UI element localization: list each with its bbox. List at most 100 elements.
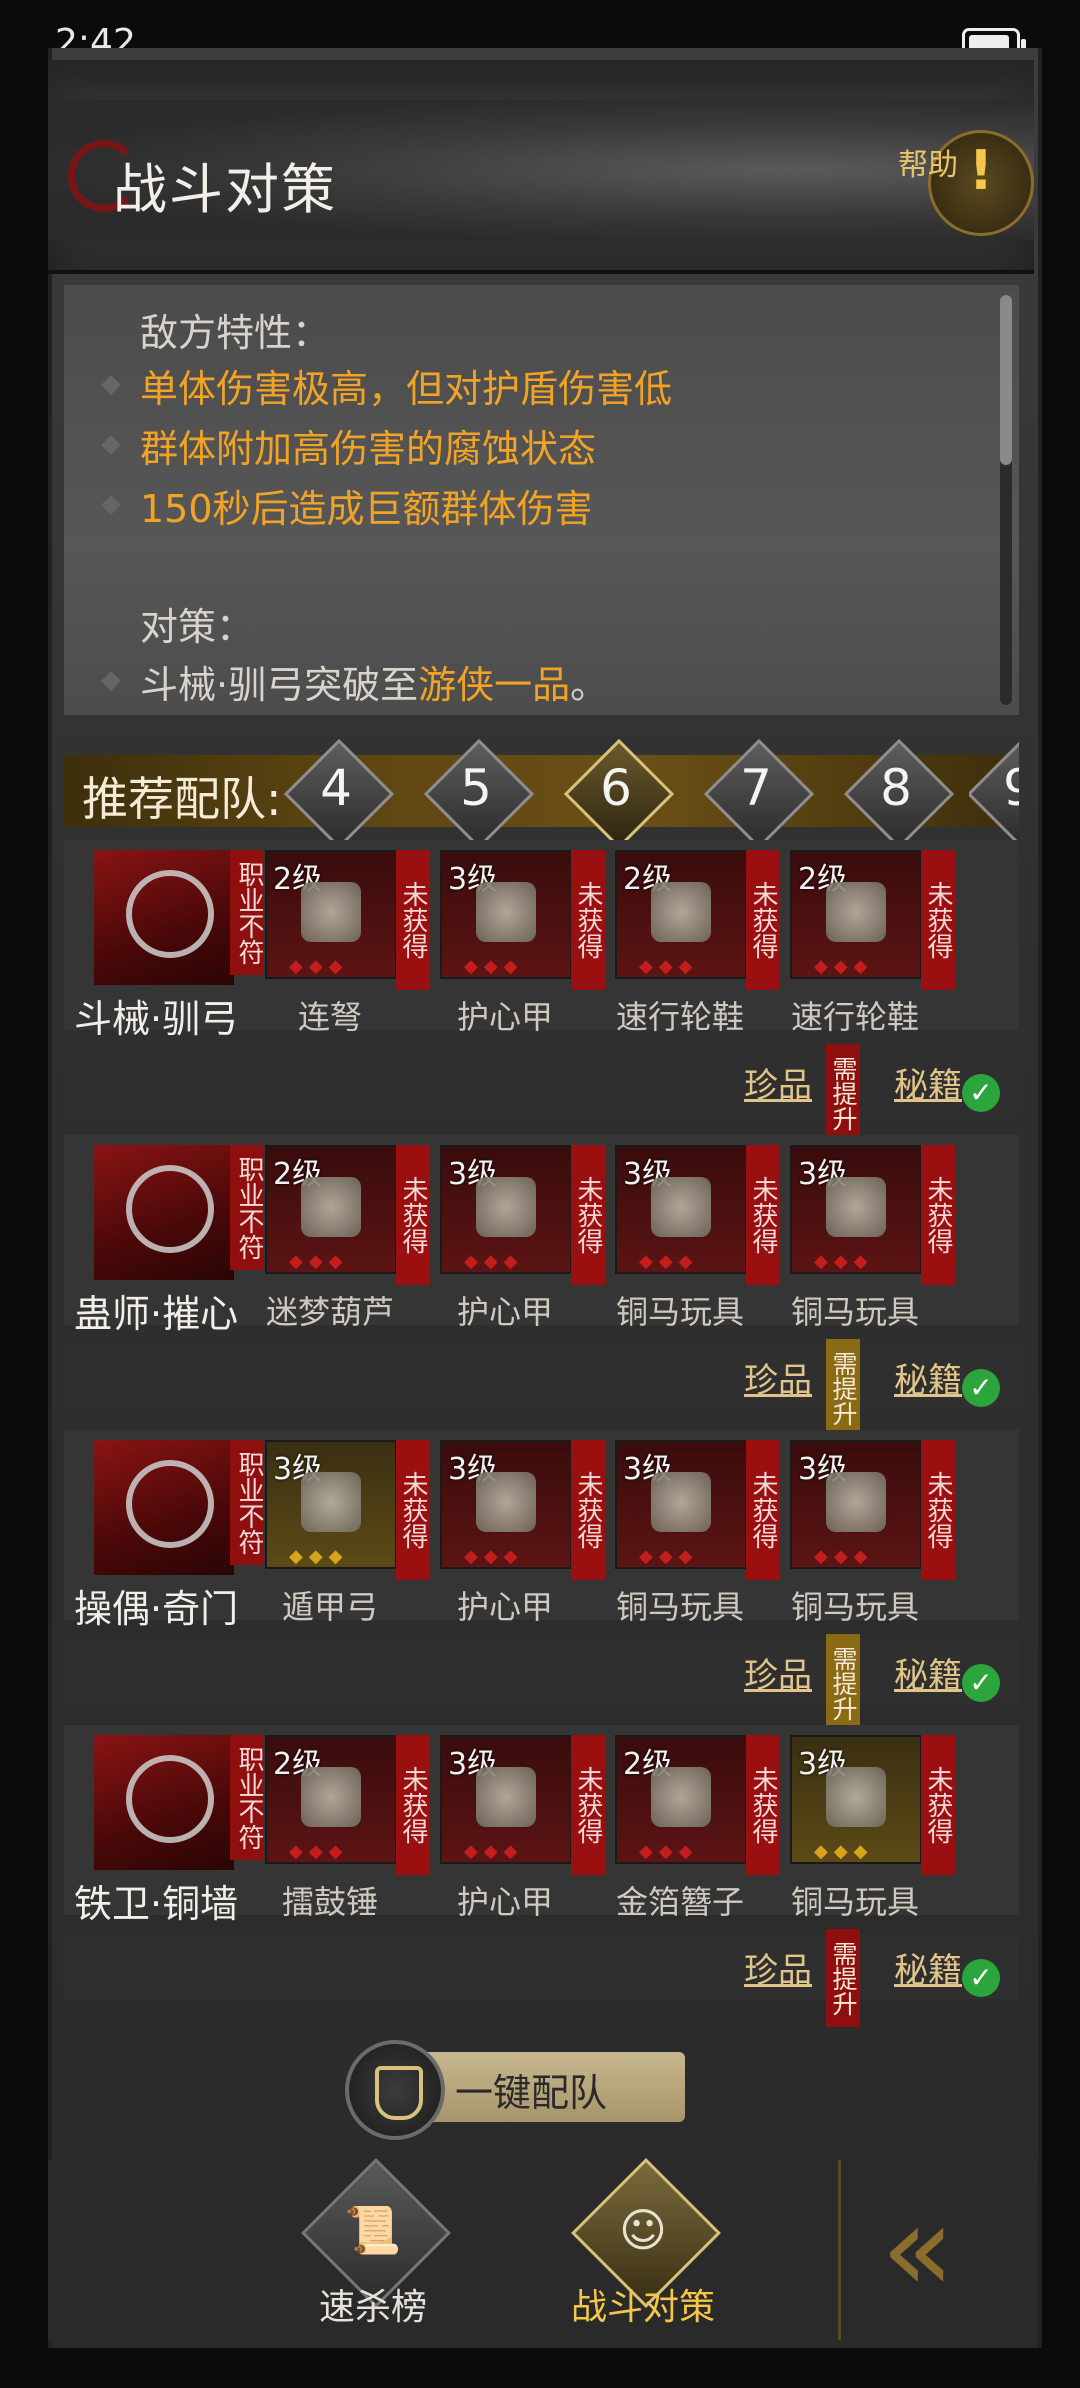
equipment-slot[interactable]: 3级 ◆◆◆ 未获得 铜马玩具 — [790, 1735, 955, 1921]
equipment-slot[interactable]: 3级 ◆◆◆ 未获得 护心甲 — [440, 1145, 605, 1331]
equipment-icon — [476, 882, 536, 942]
equipment-name: 铜马玩具 — [615, 1293, 744, 1331]
equipment-name: 铜马玩具 — [790, 1588, 919, 1626]
manual-link[interactable]: 秘籍 — [894, 1648, 962, 1697]
equipment-slot[interactable]: 3级 ◆◆◆ 未获得 护心甲 — [440, 850, 605, 1036]
help-label[interactable]: 帮助 — [898, 140, 958, 184]
equipment-icon — [476, 1767, 536, 1827]
bottom-nav: 📜 速杀榜 ☺ 战斗对策 « — [48, 2158, 1037, 2340]
equipment-icon — [301, 1767, 361, 1827]
trait-text: 单体伤害极高，但对护盾伤害低 — [140, 367, 673, 411]
job-name: 操偶·奇门 — [74, 1587, 239, 1631]
nav-battle-strategy[interactable]: ☺ 战斗对策 — [568, 2158, 721, 2340]
equipment-slot[interactable]: 3级 ◆◆◆ 未获得 护心甲 — [440, 1735, 605, 1921]
one-key-team-button[interactable]: 一键配队 — [345, 2040, 685, 2140]
job-mismatch-badge: 职业不符 — [230, 850, 264, 975]
not-obtained-badge: 未获得 — [921, 1440, 955, 1580]
equipment-name: 铜马玩具 — [615, 1588, 744, 1626]
equipment-slot[interactable]: 2级 ◆◆◆ 未获得 速行轮鞋 — [790, 850, 955, 1036]
equipment-icon — [301, 1472, 361, 1532]
not-obtained-badge: 未获得 — [921, 1735, 955, 1875]
team-member-row: 职业不符铁卫·铜墙 2级 ◆◆◆ 未获得 擂鼓锤 3级 ◆◆◆ 未获得 护心甲 2级 ◆◆◆ 未获得金… — [64, 1725, 1019, 1926]
scroll-thumb[interactable] — [1000, 295, 1012, 465]
team-tab-4[interactable]: 4 — [283, 738, 395, 850]
equipment-icon — [301, 882, 361, 942]
team-label: 推荐配队: — [82, 772, 282, 826]
row-sub-bar: 珍品 需提升 秘籍 ✓ — [64, 1634, 1019, 1732]
equipment-name: 连弩 — [297, 998, 362, 1036]
treasure-link[interactable]: 珍品 — [744, 1353, 812, 1402]
job-emblem-icon — [126, 870, 214, 958]
equipment-icon — [826, 1767, 886, 1827]
equipment-slot[interactable]: 3级 ◆◆◆ 未获得 遁甲弓 — [265, 1440, 430, 1626]
nav-label: 速杀榜 — [318, 2287, 427, 2328]
equipment-slot[interactable]: 3级 ◆◆◆ 未获得 铜马玩具 — [615, 1145, 780, 1331]
enemy-traits-heading: 敌方特性： — [140, 311, 331, 355]
job-name: 蛊师·摧心 — [74, 1292, 239, 1336]
equipment-slot[interactable]: 3级 ◆◆◆ 未获得 铜马玩具 — [615, 1440, 780, 1626]
quality-dots-icon: ◆◆◆ — [639, 1546, 699, 1567]
treasure-link[interactable]: 珍品 — [744, 1058, 812, 1107]
job-name: 铁卫·铜墙 — [74, 1882, 239, 1926]
quality-dots-icon: ◆◆◆ — [814, 1841, 874, 1862]
not-obtained-badge: 未获得 — [746, 850, 780, 990]
job-portrait[interactable] — [94, 1735, 234, 1870]
equipment-slot[interactable]: 2级 ◆◆◆ 未获得 迷梦葫芦 — [265, 1145, 430, 1331]
equipment-icon — [826, 1472, 886, 1532]
row-sub-bar: 珍品 需提升 秘籍 ✓ — [64, 1929, 1019, 2027]
team-tab-5[interactable]: 5 — [423, 738, 535, 850]
treasure-link[interactable]: 珍品 — [744, 1943, 812, 1992]
job-mismatch-badge: 职业不符 — [230, 1735, 264, 1860]
equipment-slot[interactable]: 3级 ◆◆◆ 未获得 铜马玩具 — [790, 1440, 955, 1626]
equipment-name: 擂鼓锤 — [281, 1883, 378, 1921]
quality-dots-icon: ◆◆◆ — [814, 1546, 874, 1567]
equipment-slot[interactable]: 3级 ◆◆◆ 未获得 护心甲 — [440, 1440, 605, 1626]
countermeasure-prefix: 斗械·驯弓突破至 — [140, 663, 419, 707]
equipment-name: 护心甲 — [456, 1293, 553, 1331]
team-tab-9[interactable]: 9 — [969, 741, 1019, 841]
equipment-name: 遁甲弓 — [281, 1588, 378, 1626]
equipment-slot[interactable]: 2级 ◆◆◆ 未获得 擂鼓锤 — [265, 1735, 430, 1921]
not-obtained-badge: 未获得 — [571, 1145, 605, 1285]
check-icon: ✓ — [962, 1074, 1000, 1112]
manual-link[interactable]: 秘籍 — [894, 1353, 962, 1402]
equipment-icon — [651, 882, 711, 942]
check-icon: ✓ — [962, 1664, 1000, 1702]
manual-link[interactable]: 秘籍 — [894, 1943, 962, 1992]
back-button[interactable]: « — [838, 2160, 1037, 2340]
countermeasure-highlight: 游侠一品 — [418, 663, 571, 707]
quality-dots-icon: ◆◆◆ — [814, 956, 874, 977]
page-header: 战斗对策 ! — [48, 60, 1034, 274]
quality-dots-icon: ◆◆◆ — [464, 1841, 524, 1862]
double-chevron-left-icon: « — [881, 2180, 955, 2319]
equipment-name: 铜马玩具 — [790, 1883, 919, 1921]
not-obtained-badge: 未获得 — [571, 850, 605, 990]
equipment-slot[interactable]: 2级 ◆◆◆ 未获得 金箔簪子 — [615, 1735, 780, 1921]
team-tab-7[interactable]: 7 — [703, 738, 815, 850]
equipment-name: 速行轮鞋 — [790, 998, 919, 1036]
quality-dots-icon: ◆◆◆ — [639, 1251, 699, 1272]
info-scrollbar[interactable] — [1000, 295, 1012, 705]
job-mismatch-badge: 职业不符 — [230, 1145, 264, 1270]
team-tab-6[interactable]: 6 — [563, 738, 675, 850]
job-portrait[interactable] — [94, 850, 234, 985]
equipment-name: 铜马玩具 — [790, 1293, 919, 1331]
job-emblem-icon — [126, 1755, 214, 1843]
quality-dots-icon: ◆◆◆ — [289, 1841, 349, 1862]
quality-dots-icon: ◆◆◆ — [289, 1251, 349, 1272]
nav-speed-rank[interactable]: 📜 速杀榜 — [298, 2158, 451, 2340]
equipment-slot[interactable]: 3级 ◆◆◆ 未获得 铜马玩具 — [790, 1145, 955, 1331]
team-tab-8[interactable]: 8 — [843, 738, 955, 850]
equipment-slot[interactable]: 2级 ◆◆◆ 未获得 速行轮鞋 — [615, 850, 780, 1036]
quality-dots-icon: ◆◆◆ — [639, 956, 699, 977]
quality-dots-icon: ◆◆◆ — [639, 1841, 699, 1862]
team-member-row: 职业不符 操偶·奇门 3级 ◆◆◆ 未获得 遁甲弓 3级 ◆◆◆ 未获得 护心甲 3级 ◆◆◆ 未获得铜… — [64, 1430, 1019, 1631]
equipment-slot[interactable]: 2级 ◆◆◆ 未获得 连弩 — [265, 850, 430, 1036]
manual-link[interactable]: 秘籍 — [894, 1058, 962, 1107]
treasure-link[interactable]: 珍品 — [744, 1648, 812, 1697]
not-obtained-badge: 未获得 — [746, 1145, 780, 1285]
job-portrait[interactable] — [94, 1440, 234, 1575]
quality-dots-icon: ◆◆◆ — [464, 1546, 524, 1567]
job-portrait[interactable] — [94, 1145, 234, 1280]
equipment-icon — [651, 1767, 711, 1827]
